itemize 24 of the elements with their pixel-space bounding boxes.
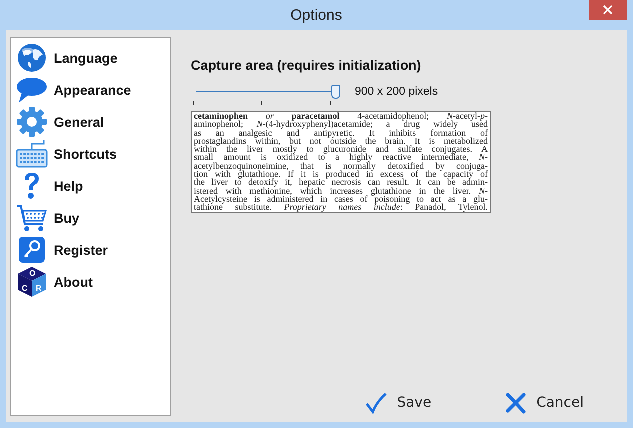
checkmark-icon (365, 392, 388, 414)
sidebar-item[interactable]: General (16, 106, 170, 138)
sidebar-item[interactable]: O C R About (16, 266, 170, 298)
preview-text: cetaminophen or paracetamol 4-acetamidophenol; N-acetyl-p- aminophenol; N-(4-hydroxyphenyl)acetamide; a drug widely used as an analgesic and antipyretic. It inhibits formation of prostaglandins within, but not outside the brain. It is metabolized within the liver mostly to glucuronide and sulfate conjugates. A small amount is oxidized to a highly reactive intermediate, N- acetylbenzoquinoneimine, that is normally detoxified by conjuga- tion with glutathione. If it is produced in excess of the capacity of the liver to detoxify it, hepatic necrosis can result. It can be admin- istered with methionine, which increases glutathione in the liver. N- Acetylcysteine is administered in cases of poisoning to act as a glu- tathione substitute. Proprietary names include: Panadol, Tylenol. (191, 111, 491, 213)
close-button[interactable] (589, 0, 627, 20)
sidebar-item[interactable]: Register (16, 234, 170, 266)
sidebar-item[interactable]: Appearance (16, 74, 170, 106)
key-icon (16, 234, 48, 266)
window-title: Options (290, 6, 342, 24)
globe-icon (16, 42, 48, 74)
sidebar-item[interactable]: Shortcuts (16, 138, 170, 170)
keyboard-icon (16, 138, 48, 170)
sidebar-item[interactable]: Language (16, 42, 170, 74)
close-icon (504, 392, 527, 414)
slider-thumb[interactable] (332, 85, 340, 99)
sidebar-item[interactable]: Buy (16, 202, 170, 234)
slider-value: 900 x 200 pixels (355, 86, 438, 98)
section-heading: Capture area (requires initialization) (191, 58, 422, 73)
cancel-button[interactable]: Cancel (500, 390, 588, 416)
close-icon (603, 5, 613, 15)
shopping-cart-icon (16, 202, 48, 234)
sidebar-item[interactable]: Help (16, 170, 170, 202)
save-button[interactable]: Save (361, 390, 436, 416)
gear-icon (16, 106, 48, 138)
